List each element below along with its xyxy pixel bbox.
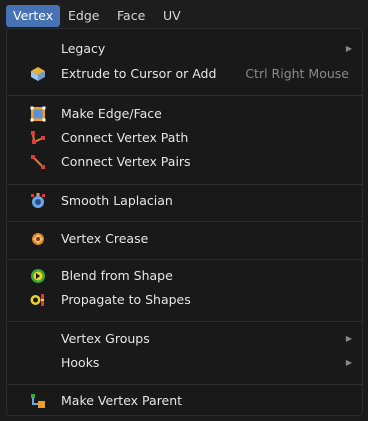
menu-separator xyxy=(7,384,362,385)
menu-item-smooth-laplacian[interactable]: Smooth Laplacian xyxy=(7,189,362,213)
menu-item-connect-vertex-path[interactable]: Connect Vertex Path xyxy=(7,126,362,150)
make-edge-face-icon xyxy=(30,106,46,122)
menu-separator xyxy=(7,184,362,185)
menu-item-propagate-to-shapes[interactable]: Propagate to Shapes xyxy=(7,288,362,312)
submenu-arrow-icon: ▶ xyxy=(345,358,352,367)
menu-item-label: Smooth Laplacian xyxy=(61,193,173,208)
menu-bar: Vertex Edge Face UV xyxy=(0,0,368,30)
extrude-icon xyxy=(30,66,46,82)
menu-item-make-edge-face[interactable]: Make Edge/Face xyxy=(7,102,362,126)
smooth-laplacian-icon xyxy=(30,193,46,209)
menu-item-label: Connect Vertex Path xyxy=(61,130,189,145)
tab-face[interactable]: Face xyxy=(110,5,152,27)
menu-item-label: Connect Vertex Pairs xyxy=(61,154,191,169)
vertex-parent-icon xyxy=(30,393,46,409)
tab-uv[interactable]: UV xyxy=(156,5,188,27)
submenu-arrow-icon: ▶ xyxy=(345,334,352,343)
vertex-menu-dropdown: Legacy ▶ Extrude to Cursor or Add Ctrl R… xyxy=(6,28,363,416)
menu-item-hooks[interactable]: Hooks ▶ xyxy=(7,351,362,375)
menu-item-vertex-crease[interactable]: Vertex Crease xyxy=(7,227,362,251)
menu-item-label: Make Edge/Face xyxy=(61,106,162,121)
menu-item-legacy[interactable]: Legacy ▶ xyxy=(7,37,362,61)
shortcut-label: Ctrl Right Mouse xyxy=(245,66,349,81)
menu-item-label: Vertex Groups xyxy=(61,331,150,346)
menu-separator xyxy=(7,321,362,322)
vertex-crease-icon xyxy=(30,231,46,247)
connect-pairs-icon xyxy=(30,154,46,170)
menu-item-label: Legacy xyxy=(61,41,106,56)
menu-item-extrude-to-cursor[interactable]: Extrude to Cursor or Add Ctrl Right Mous… xyxy=(7,62,362,86)
connect-path-icon xyxy=(30,130,46,146)
menu-item-label: Hooks xyxy=(61,355,100,370)
menu-item-vertex-groups[interactable]: Vertex Groups ▶ xyxy=(7,327,362,351)
menu-item-label: Blend from Shape xyxy=(61,268,173,283)
propagate-shapes-icon xyxy=(30,292,46,308)
submenu-arrow-icon: ▶ xyxy=(345,44,352,53)
menu-separator xyxy=(7,259,362,260)
menu-item-label: Propagate to Shapes xyxy=(61,292,191,307)
menu-separator xyxy=(7,221,362,222)
tab-edge[interactable]: Edge xyxy=(61,5,106,27)
menu-item-connect-vertex-pairs[interactable]: Connect Vertex Pairs xyxy=(7,150,362,174)
menu-item-label: Vertex Crease xyxy=(61,231,149,246)
blend-shape-icon xyxy=(30,268,46,284)
menu-separator xyxy=(7,95,362,96)
menu-item-label: Make Vertex Parent xyxy=(61,393,183,408)
tab-vertex[interactable]: Vertex xyxy=(6,5,61,27)
menu-item-blend-from-shape[interactable]: Blend from Shape xyxy=(7,264,362,288)
menu-item-make-vertex-parent[interactable]: Make Vertex Parent xyxy=(7,389,362,413)
menu-item-label: Extrude to Cursor or Add xyxy=(61,66,217,81)
